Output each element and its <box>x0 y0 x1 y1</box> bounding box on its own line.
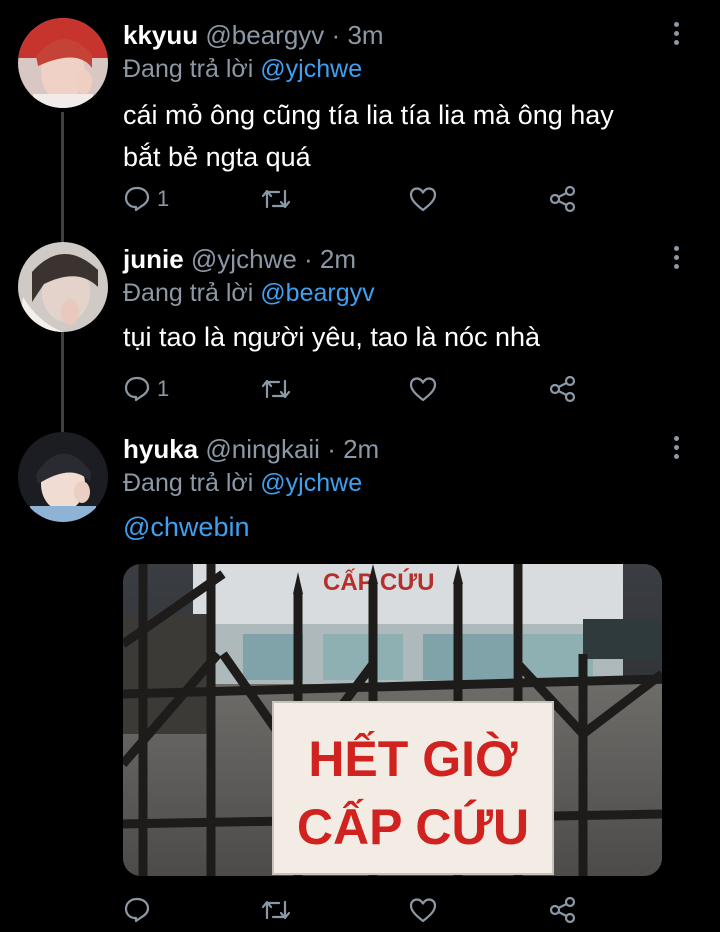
share-button[interactable] <box>548 372 578 406</box>
display-name[interactable]: kkyuu <box>123 20 198 50</box>
share-button[interactable] <box>548 893 578 927</box>
tweet-header: hyuka @ningkaii · 2m <box>123 432 379 466</box>
user-handle[interactable]: @ningkaii <box>205 434 320 464</box>
user-handle[interactable]: @yjchwe <box>191 244 297 274</box>
reply-icon <box>123 375 151 403</box>
reply-button[interactable]: 1 <box>123 182 169 216</box>
timestamp[interactable]: 2m <box>320 244 356 274</box>
reply-mention-link[interactable]: @beargyv <box>260 279 374 307</box>
tweet-text: cái mỏ ông cũng tía lia tía lia mà ông h… <box>123 94 614 178</box>
tweet[interactable]: kkyuu @beargyv · 3m Đang trả lời @yjchwe… <box>0 18 720 228</box>
retweet-button[interactable] <box>260 372 292 406</box>
user-handle[interactable]: @beargyv <box>205 20 324 50</box>
avatar[interactable] <box>18 242 108 332</box>
tweet-header: junie @yjchwe · 2m <box>123 242 356 276</box>
tweet-photo[interactable]: CẤP CỨU HẾT GIỜ CẤP CỨU <box>123 564 662 876</box>
reply-prefix: Đang trả lời <box>123 469 254 497</box>
reply-count: 1 <box>157 186 170 211</box>
like-icon <box>408 185 438 213</box>
like-icon <box>408 896 438 924</box>
sign-text-line-1: HẾT GIỜ <box>308 731 518 787</box>
tweet-text: @chwebin <box>123 506 249 548</box>
timestamp[interactable]: 3m <box>347 20 383 50</box>
avatar[interactable] <box>18 432 108 522</box>
tweet[interactable]: junie @yjchwe · 2m Đang trả lời @beargyv… <box>0 242 720 412</box>
retweet-icon <box>260 375 292 403</box>
reply-count: 1 <box>157 376 170 401</box>
retweet-icon <box>260 896 292 924</box>
separator: · <box>327 434 336 464</box>
reply-button[interactable] <box>123 893 151 927</box>
reply-mention-link[interactable]: @yjchwe <box>260 55 362 83</box>
tweet-text-line: tụi tao là người yêu, tao là nóc nhà <box>123 322 541 352</box>
share-icon <box>548 895 578 925</box>
timestamp[interactable]: 2m <box>343 434 379 464</box>
replying-to: Đang trả lời @yjchwe <box>123 466 362 500</box>
share-icon <box>548 184 578 214</box>
tweet-text: tụi tao là người yêu, tao là nóc nhà <box>123 316 540 358</box>
tweet-actions: 1 <box>123 372 603 406</box>
like-button[interactable] <box>408 182 438 216</box>
replying-to: Đang trả lời @beargyv <box>123 276 375 310</box>
separator: · <box>304 244 313 274</box>
display-name[interactable]: junie <box>123 244 184 274</box>
share-icon <box>548 374 578 404</box>
display-name[interactable]: hyuka <box>123 434 198 464</box>
retweet-button[interactable] <box>260 893 292 927</box>
retweet-button[interactable] <box>260 182 292 216</box>
like-icon <box>408 375 438 403</box>
like-button[interactable] <box>408 372 438 406</box>
more-options-icon[interactable] <box>674 246 682 273</box>
reply-mention-link[interactable]: @yjchwe <box>260 469 362 497</box>
avatar[interactable] <box>18 18 108 108</box>
reply-icon <box>123 896 151 924</box>
reply-prefix: Đang trả lời <box>123 279 254 307</box>
tweet-actions: 1 <box>123 182 603 216</box>
retweet-icon <box>260 185 292 213</box>
share-button[interactable] <box>548 182 578 216</box>
replying-to: Đang trả lời @yjchwe <box>123 52 362 86</box>
building-sign-text: CẤP CỨU <box>323 568 434 596</box>
tweet-header: kkyuu @beargyv · 3m <box>123 18 384 52</box>
like-button[interactable] <box>408 893 438 927</box>
tweet-text-line: bắt bẻ ngta quá <box>123 142 311 172</box>
reply-icon <box>123 185 151 213</box>
reply-button[interactable]: 1 <box>123 372 169 406</box>
mention-link[interactable]: @chwebin <box>123 512 249 542</box>
more-options-icon[interactable] <box>674 22 682 49</box>
sign-text-line-2: CẤP CỨU <box>297 799 529 855</box>
tweet-text-line: cái mỏ ông cũng tía lia tía lia mà ông h… <box>123 100 614 130</box>
separator: · <box>331 20 341 50</box>
tweet-actions <box>123 893 603 927</box>
reply-prefix: Đang trả lời <box>123 55 254 83</box>
more-options-icon[interactable] <box>674 436 682 463</box>
